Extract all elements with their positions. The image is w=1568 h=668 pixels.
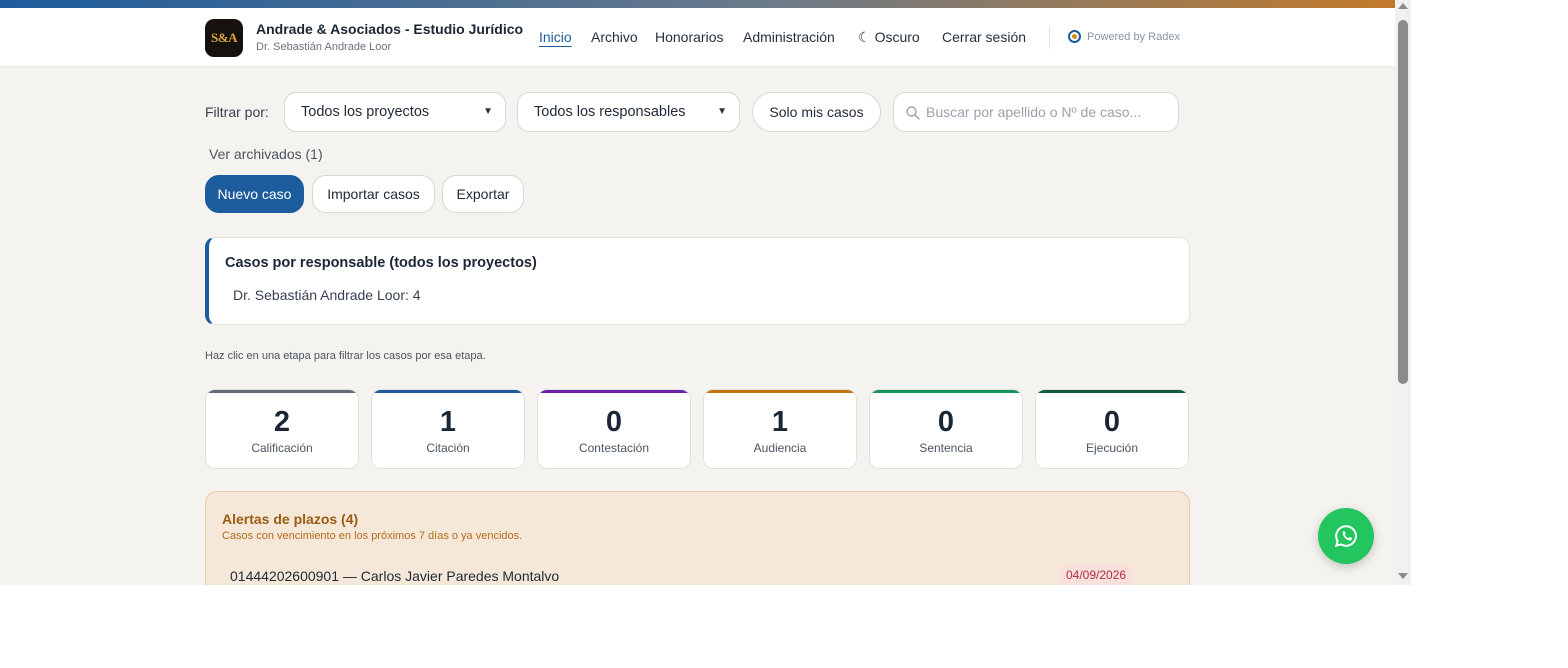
stage-card[interactable]: 2 Calificación bbox=[205, 389, 359, 469]
nav-honorarios[interactable]: Honorarios bbox=[655, 29, 723, 45]
logout-link[interactable]: Cerrar sesión bbox=[942, 29, 1026, 45]
app-viewport: S&A Andrade & Asociados - Estudio Jurídi… bbox=[0, 0, 1395, 585]
responsible-select-value: Todos los responsables bbox=[534, 104, 686, 120]
stage-label: Ejecución bbox=[1085, 441, 1139, 455]
stage-count: 0 bbox=[605, 406, 623, 438]
scrollbar-thumb[interactable] bbox=[1398, 20, 1408, 384]
stage-count: 0 bbox=[1103, 406, 1121, 438]
stage-card[interactable]: 1 Citación bbox=[371, 389, 525, 469]
stage-count: 0 bbox=[937, 406, 955, 438]
stage-card[interactable]: 0 Contestación bbox=[537, 389, 691, 469]
view-archived-link[interactable]: Ver archivados (1) bbox=[209, 146, 323, 162]
scroll-up-arrow-icon[interactable] bbox=[1398, 3, 1408, 9]
stage-count: 1 bbox=[771, 406, 789, 438]
powered-by-label: Powered by Radex bbox=[1087, 31, 1180, 43]
search-icon bbox=[906, 106, 920, 120]
stage-card[interactable]: 0 Ejecución bbox=[1035, 389, 1189, 469]
stage-color-bar bbox=[538, 390, 690, 393]
top-header: S&A Andrade & Asociados - Estudio Jurídi… bbox=[0, 8, 1395, 67]
chevron-down-icon: ▼ bbox=[483, 106, 493, 117]
project-select-value: Todos los proyectos bbox=[301, 104, 430, 120]
firm-logo[interactable]: S&A bbox=[205, 19, 243, 57]
stage-label: Calificación bbox=[251, 441, 313, 455]
nav-divider bbox=[1049, 27, 1050, 49]
stage-card[interactable]: 0 Sentencia bbox=[869, 389, 1023, 469]
whatsapp-button[interactable] bbox=[1318, 508, 1374, 564]
stage-color-bar bbox=[206, 390, 358, 393]
stage-card[interactable]: 1 Audiencia bbox=[703, 389, 857, 469]
alert-case-link[interactable]: 01444202600901 — Carlos Javier Paredes M… bbox=[230, 568, 559, 584]
stage-color-bar bbox=[1036, 390, 1188, 393]
stage-label: Sentencia bbox=[919, 441, 973, 455]
import-cases-button[interactable]: Importar casos bbox=[312, 175, 435, 213]
moon-icon: ☾ bbox=[858, 29, 871, 45]
stage-filter-hint: Haz clic en una etapa para filtrar los c… bbox=[205, 350, 486, 362]
nav-inicio[interactable]: Inicio bbox=[539, 29, 572, 45]
new-case-button[interactable]: Nuevo caso bbox=[205, 175, 304, 213]
alert-due-date-badge: 04/09/2026 bbox=[1060, 565, 1133, 585]
stage-count: 2 bbox=[273, 406, 291, 438]
nav-administracion[interactable]: Administración bbox=[743, 29, 835, 45]
nav-archivo[interactable]: Archivo bbox=[591, 29, 638, 45]
stage-color-bar bbox=[704, 390, 856, 393]
filter-label: Filtrar por: bbox=[205, 104, 269, 120]
search-input[interactable] bbox=[926, 101, 1171, 123]
stage-color-bar bbox=[372, 390, 524, 393]
dark-mode-label: Oscuro bbox=[874, 29, 920, 45]
cases-by-responsible-card: Casos por responsable (todos los proyect… bbox=[205, 237, 1190, 325]
responsible-count-row: Dr. Sebastián Andrade Loor: 4 bbox=[233, 287, 421, 303]
firm-subtitle: Dr. Sebastián Andrade Loor bbox=[256, 41, 392, 53]
responsible-select[interactable]: Todos los responsables ▼ bbox=[517, 92, 740, 132]
stage-label: Audiencia bbox=[753, 441, 807, 455]
top-gradient-strip bbox=[0, 0, 1395, 8]
scroll-down-arrow-icon[interactable] bbox=[1398, 573, 1408, 579]
stage-label: Citación bbox=[426, 441, 470, 455]
only-my-cases-button[interactable]: Solo mis casos bbox=[752, 92, 881, 132]
alerts-title: Alertas de plazos (4) bbox=[222, 511, 359, 527]
firm-title: Andrade & Asociados - Estudio Jurídico bbox=[256, 21, 524, 37]
radex-logo-icon bbox=[1068, 30, 1081, 43]
cases-by-responsible-title: Casos por responsable (todos los proyect… bbox=[225, 255, 537, 271]
stage-color-bar bbox=[870, 390, 1022, 393]
alerts-subtitle: Casos con vencimiento en los próximos 7 … bbox=[222, 530, 523, 542]
stage-count: 1 bbox=[439, 406, 457, 438]
chevron-down-icon: ▼ bbox=[717, 106, 727, 117]
export-button[interactable]: Exportar bbox=[442, 175, 524, 213]
project-select[interactable]: Todos los proyectos ▼ bbox=[284, 92, 506, 132]
powered-by[interactable]: Powered by Radex bbox=[1068, 30, 1180, 43]
vertical-scrollbar[interactable] bbox=[1395, 0, 1411, 585]
stage-label: Contestación bbox=[578, 441, 650, 455]
deadline-alerts-panel: Alertas de plazos (4) Casos con vencimie… bbox=[205, 491, 1190, 585]
whatsapp-icon bbox=[1334, 525, 1357, 548]
dark-mode-toggle[interactable]: ☾ Oscuro bbox=[858, 29, 920, 46]
search-box[interactable] bbox=[893, 92, 1179, 132]
